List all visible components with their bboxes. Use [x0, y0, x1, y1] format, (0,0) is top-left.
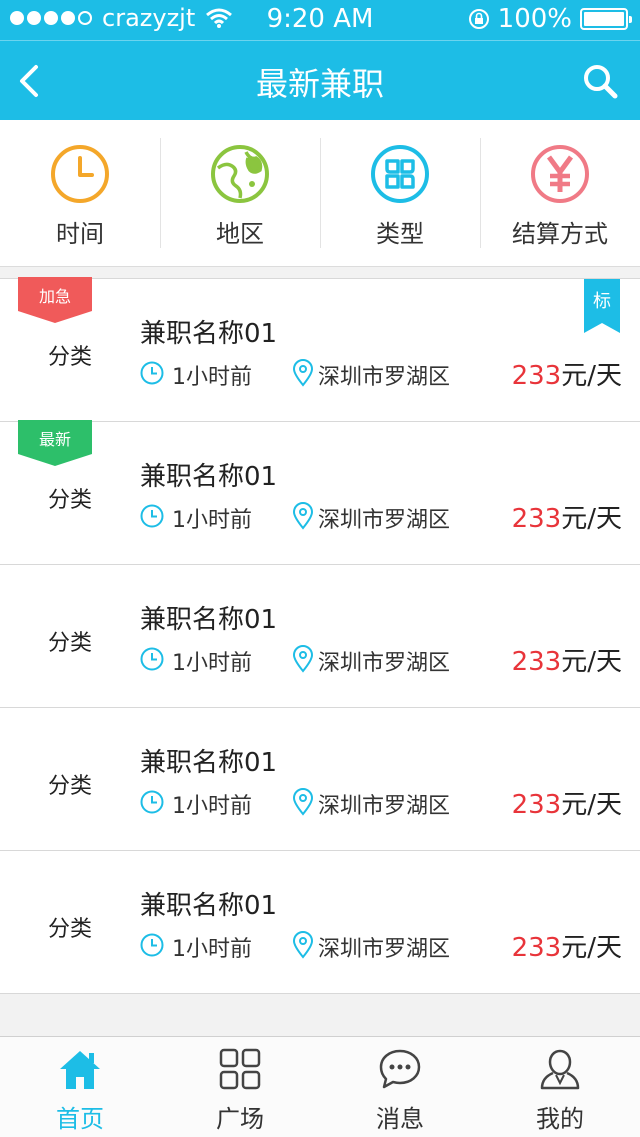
- job-price: 233元/天: [512, 927, 622, 964]
- clock-icon: [51, 145, 109, 203]
- battery-percent: 100%: [497, 4, 572, 34]
- location-pin-icon: [292, 645, 314, 673]
- job-name: 兼职名称01: [140, 605, 278, 635]
- job-time: 1小时前: [172, 508, 252, 533]
- tab-bar: 首页 广场 消息 我的: [0, 1036, 640, 1137]
- price-unit: 元/天: [561, 504, 622, 534]
- battery-icon: [580, 8, 632, 30]
- job-location: 深圳市罗湖区: [318, 794, 451, 819]
- page-title: 最新兼职: [255, 65, 384, 103]
- nav-bar: 最新兼职: [0, 40, 640, 120]
- job-time: 1小时前: [172, 794, 252, 819]
- filter-settlement[interactable]: 结算方式: [480, 120, 640, 266]
- corner-label: 标: [593, 291, 611, 312]
- clock-icon: [140, 933, 164, 957]
- yen-icon: [531, 145, 589, 203]
- job-name: 兼职名称01: [140, 319, 278, 349]
- clock-icon: [140, 361, 164, 385]
- job-price: 233元/天: [512, 641, 622, 678]
- job-category: 分类: [48, 345, 93, 370]
- tab-square[interactable]: 广场: [160, 1037, 320, 1137]
- job-location: 深圳市罗湖区: [318, 937, 451, 962]
- location-pin-icon: [292, 502, 314, 530]
- price-value: 233: [511, 933, 562, 963]
- job-time: 1小时前: [172, 365, 252, 390]
- job-time: 1小时前: [172, 651, 252, 676]
- job-price: 233元/天: [512, 498, 622, 535]
- filter-label: 时间: [56, 220, 104, 248]
- tab-messages[interactable]: 消息: [320, 1037, 480, 1137]
- filter-region[interactable]: 地区: [160, 120, 320, 266]
- filter-label: 地区: [216, 220, 264, 248]
- price-value: 233: [511, 361, 562, 391]
- job-item[interactable]: 最新 分类 兼职名称01 1小时前 深圳市罗湖区 233元/天: [0, 420, 640, 564]
- job-item[interactable]: 分类 兼职名称01 1小时前 深圳市罗湖区 233元/天: [0, 850, 640, 994]
- rotation-lock-icon: [468, 9, 489, 29]
- globe-icon: [211, 145, 269, 203]
- job-name: 兼职名称01: [140, 891, 278, 921]
- category-icon: [371, 145, 429, 203]
- location-pin-icon: [292, 359, 314, 387]
- filter-type[interactable]: 类型: [320, 120, 480, 266]
- status-bar: crazyzjt 9:20 AM 100%: [0, 0, 640, 40]
- price-unit: 元/天: [561, 790, 622, 820]
- location-pin-icon: [292, 931, 314, 959]
- job-name: 兼职名称01: [140, 462, 278, 492]
- grid-icon: [219, 1048, 261, 1090]
- price-value: 233: [511, 790, 562, 820]
- job-location: 深圳市罗湖区: [318, 508, 451, 533]
- tab-mine[interactable]: 我的: [480, 1037, 640, 1137]
- price-value: 233: [511, 647, 562, 677]
- corner-tag: 标: [584, 279, 620, 333]
- user-icon: [540, 1049, 580, 1090]
- tab-home[interactable]: 首页: [0, 1037, 160, 1137]
- status-right: 100%: [468, 4, 632, 34]
- new-badge: 最新: [18, 420, 92, 468]
- job-category: 分类: [48, 488, 93, 513]
- tab-label: 首页: [56, 1105, 104, 1133]
- filter-label: 类型: [376, 220, 424, 248]
- filter-time[interactable]: 时间: [0, 120, 160, 266]
- job-item[interactable]: 分类 兼职名称01 1小时前 深圳市罗湖区 233元/天: [0, 564, 640, 707]
- job-name: 兼职名称01: [140, 748, 278, 778]
- clock-icon: [140, 790, 164, 814]
- clock-icon: [140, 504, 164, 528]
- job-item[interactable]: 分类 兼职名称01 1小时前 深圳市罗湖区 233元/天: [0, 707, 640, 850]
- job-price: 233元/天: [512, 784, 622, 821]
- badge-label: 加急: [38, 287, 71, 306]
- filter-bar: 时间 地区 类型 结算方式: [0, 120, 640, 267]
- tab-label: 广场: [216, 1105, 264, 1133]
- price-value: 233: [511, 504, 562, 534]
- job-list: 加急 标 分类 兼职名称01 1小时前 深圳市罗湖区 233元/天 最新 分类 …: [0, 277, 640, 994]
- clock-icon: [140, 647, 164, 671]
- urgent-badge: 加急: [18, 277, 92, 325]
- job-category: 分类: [48, 917, 93, 942]
- message-icon: [379, 1049, 421, 1089]
- job-category: 分类: [48, 774, 93, 799]
- price-unit: 元/天: [561, 361, 622, 391]
- badge-label: 最新: [38, 430, 71, 449]
- filter-label: 结算方式: [512, 220, 608, 248]
- job-item[interactable]: 加急 标 分类 兼职名称01 1小时前 深圳市罗湖区 233元/天: [0, 277, 640, 421]
- job-location: 深圳市罗湖区: [318, 365, 451, 390]
- home-icon: [60, 1051, 100, 1089]
- top-bar: crazyzjt 9:20 AM 100% 最新兼职: [0, 0, 640, 120]
- job-location: 深圳市罗湖区: [318, 651, 451, 676]
- tab-label: 我的: [536, 1105, 584, 1133]
- job-time: 1小时前: [172, 937, 252, 962]
- price-unit: 元/天: [561, 647, 622, 677]
- tab-label: 消息: [376, 1105, 424, 1133]
- price-unit: 元/天: [561, 933, 622, 963]
- search-icon[interactable]: [582, 63, 618, 99]
- job-price: 233元/天: [512, 355, 622, 392]
- job-category: 分类: [48, 631, 93, 656]
- location-pin-icon: [292, 788, 314, 816]
